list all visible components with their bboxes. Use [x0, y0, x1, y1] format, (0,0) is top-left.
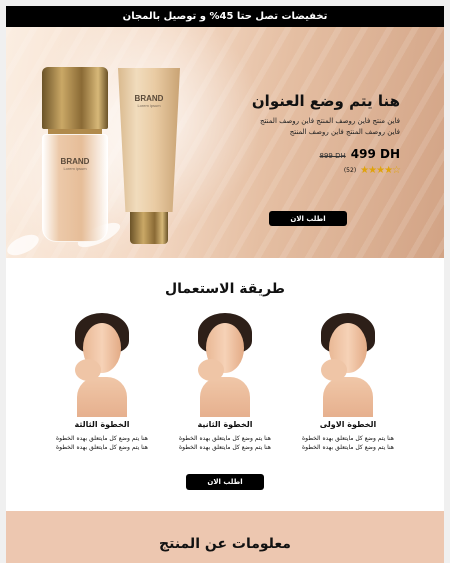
order-now-label: اطلب الان: [207, 478, 243, 486]
usage-step: الخطوة الاولى هنا يتم وضع كل مايتعلق بهد…: [300, 313, 396, 452]
bottle-body: BRAND Lorem ipsum: [42, 134, 108, 242]
hero-section: BRAND Lorem ipsum BRAND Lorem ipsum هنا …: [6, 27, 444, 258]
promo-banner: تخفيضات تصل حتا 45% و توصيل بالمجان: [6, 6, 444, 27]
foundation-bottle-image: BRAND Lorem ipsum: [42, 67, 108, 243]
order-now-button[interactable]: اطلب الان: [186, 474, 264, 490]
product-brand-sub: Lorem ipsum: [137, 103, 161, 108]
step-description: هنا يتم وضع كل مايتعلق بهده الخطوة هنا ي…: [302, 435, 394, 451]
step-title: الخطوة الثالثة: [74, 420, 130, 429]
bottle-cap: [42, 67, 108, 129]
tube-cap: [130, 212, 168, 244]
rating-count: (52): [343, 167, 357, 174]
order-now-button[interactable]: اطلب الان: [269, 211, 347, 226]
model-face-image: [65, 313, 139, 417]
product-description-line: فاين روصف المنتج فاين روصف المنتج: [289, 128, 400, 136]
rating-row: (52) ★★★★☆: [220, 165, 401, 176]
promo-banner-text: تخفيضات تصل حتا 45% و توصيل بالمجان: [122, 11, 328, 22]
usage-steps: الخطوة الاولى هنا يتم وضع كل مايتعلق بهد…: [6, 313, 444, 452]
step-description: هنا يتم وضع كل مايتعلق بهده الخطوة هنا ي…: [179, 435, 271, 451]
tube-body: BRAND Lorem ipsum: [118, 68, 180, 212]
step-title: الخطوة الاولى: [319, 420, 377, 429]
product-brand-label: BRAND: [134, 94, 164, 103]
step-description: هنا يتم وضع كل مايتعلق بهده الخطوة هنا ي…: [56, 435, 148, 451]
step-title: الخطوة الثانية: [197, 420, 253, 429]
model-face-image: [311, 313, 385, 417]
price-row: 899 DH 499 DH: [220, 147, 400, 161]
new-price: 499 DH: [350, 147, 400, 161]
old-price: 899 DH: [319, 152, 346, 160]
product-brand-sub: Lorem ipsum: [63, 166, 87, 171]
model-face-image: [188, 313, 262, 417]
landing-page: تخفيضات تصل حتا 45% و توصيل بالمجان BRAN…: [6, 6, 444, 563]
order-now-label: اطلب الان: [290, 214, 326, 223]
cream-tube-image: BRAND Lorem ipsum: [118, 68, 180, 244]
hero-text-block: هنا يتم وضع العنوان فاين منتج فاين روصف …: [220, 92, 401, 176]
product-info-section: معلومات عن المنتج: [6, 511, 444, 563]
product-title: هنا يتم وضع العنوان: [251, 92, 400, 110]
usage-section-title: طريقة الاستعمال: [165, 281, 285, 297]
usage-step: الخطوة الثالثة هنا يتم وضع كل مايتعلق به…: [54, 313, 150, 452]
product-info-title: معلومات عن المنتج: [159, 536, 291, 552]
product-brand-label: BRAND: [60, 157, 90, 166]
product-description: فاين منتج فاين روصف المنتج فاين روصف الم…: [220, 116, 400, 138]
rating-stars-icon: ★★★★☆: [360, 165, 401, 176]
usage-step: الخطوة الثانية هنا يتم وضع كل مايتعلق به…: [177, 313, 273, 452]
product-description-line: فاين منتج فاين روصف المنتج فاين روصف الم…: [260, 117, 400, 125]
